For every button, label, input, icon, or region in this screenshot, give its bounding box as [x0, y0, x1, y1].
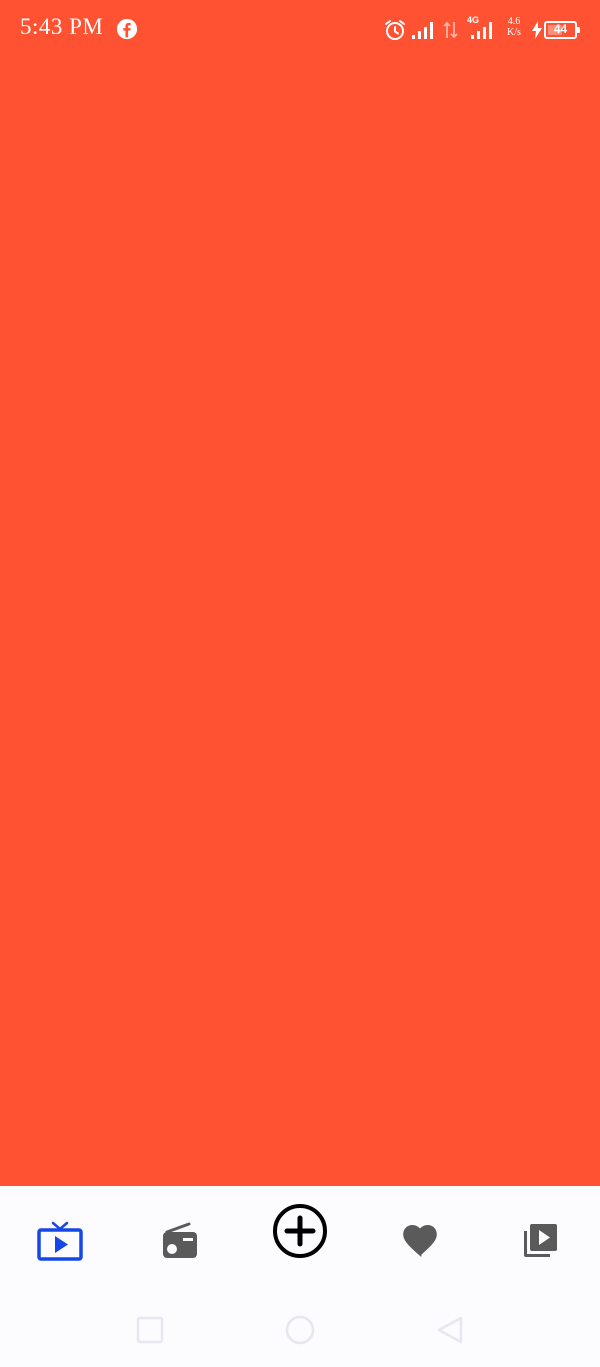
charging-icon: [532, 21, 542, 39]
status-bar: 5:43 PM 4G 4.6 K/s 44: [0, 0, 600, 60]
signal-icon-2: [471, 22, 492, 39]
nav-video-library[interactable]: [480, 1186, 600, 1296]
nav-radio[interactable]: [120, 1186, 240, 1296]
network-speed: 4.6 K/s: [501, 16, 527, 38]
system-navigation-bar: [0, 1296, 600, 1367]
nav-add[interactable]: [240, 1186, 360, 1296]
live-tv-icon: [37, 1221, 83, 1261]
home-button[interactable]: [284, 1314, 316, 1346]
status-time: 5:43 PM: [20, 14, 104, 39]
recents-button[interactable]: [134, 1314, 166, 1346]
battery-icon: 44: [544, 21, 580, 39]
facebook-icon: [116, 18, 138, 40]
speed-unit: K/s: [507, 27, 521, 38]
battery-level: 44: [553, 22, 568, 36]
main-content: [0, 60, 600, 1186]
add-circle-icon: [273, 1204, 327, 1258]
battery-tip: [577, 27, 580, 33]
speed-value: 4.6: [507, 16, 521, 27]
heart-icon: [403, 1225, 437, 1257]
nav-favorites[interactable]: [360, 1186, 480, 1296]
alarm-icon: [385, 20, 405, 40]
video-library-icon: [524, 1224, 557, 1257]
back-button[interactable]: [434, 1314, 466, 1346]
radio-icon: [163, 1222, 197, 1258]
nav-live-tv[interactable]: [0, 1186, 120, 1296]
bottom-navigation: [0, 1186, 600, 1296]
signal-icon: [412, 22, 433, 39]
data-arrows-icon: [443, 21, 458, 39]
